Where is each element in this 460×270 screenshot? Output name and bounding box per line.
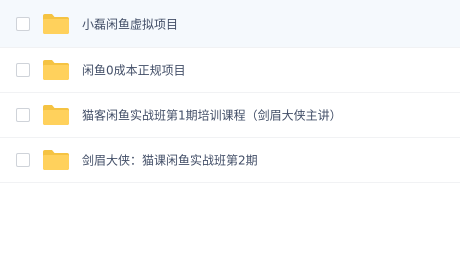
folder-icon — [43, 60, 69, 80]
row-checkbox[interactable] — [16, 63, 30, 77]
list-item[interactable]: 闲鱼0成本正规项目 — [0, 48, 460, 93]
row-checkbox[interactable] — [16, 153, 30, 167]
file-list: 小磊闲鱼虚拟项目 闲鱼0成本正规项目 猫客闲鱼实战班第1期培训课程（剑眉大侠主讲… — [0, 0, 460, 183]
list-item[interactable]: 剑眉大侠：猫课闲鱼实战班第2期 — [0, 138, 460, 183]
list-item[interactable]: 猫客闲鱼实战班第1期培训课程（剑眉大侠主讲） — [0, 93, 460, 138]
folder-icon — [43, 13, 69, 34]
list-item[interactable]: 小磊闲鱼虚拟项目 — [0, 0, 460, 48]
row-checkbox[interactable] — [16, 108, 30, 122]
file-name[interactable]: 小磊闲鱼虚拟项目 — [82, 15, 178, 32]
file-name[interactable]: 剑眉大侠：猫课闲鱼实战班第2期 — [82, 152, 258, 169]
folder-icon — [43, 105, 69, 125]
file-name[interactable]: 闲鱼0成本正规项目 — [82, 62, 186, 79]
folder-icon — [43, 150, 69, 170]
row-checkbox[interactable] — [16, 16, 30, 31]
file-name[interactable]: 猫客闲鱼实战班第1期培训课程（剑眉大侠主讲） — [82, 107, 342, 124]
